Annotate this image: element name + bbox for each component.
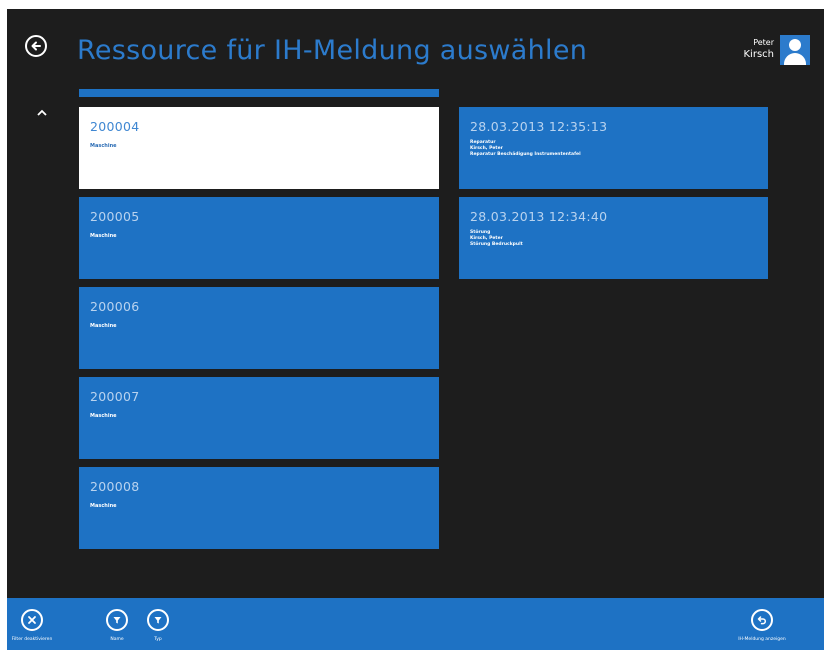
resource-number: 200005 xyxy=(90,209,140,224)
name-filter-circle xyxy=(106,609,128,631)
event-tile[interactable]: 28.03.2013 12:35:13 Reparatur Kirsch, Pe… xyxy=(459,107,768,189)
user-names: Peter Kirsch xyxy=(744,37,775,61)
filter-icon xyxy=(113,617,121,624)
show-report-label: IH-Meldung anzeigen xyxy=(738,637,786,642)
resource-number: 200007 xyxy=(90,389,140,404)
resource-tile-200004[interactable]: 200004 Maschine xyxy=(79,107,439,189)
page-title: Ressource für IH-Meldung auswählen xyxy=(77,35,588,66)
avatar-head-icon xyxy=(789,39,801,51)
event-tile[interactable]: 28.03.2013 12:34:40 Störung Kirsch, Pete… xyxy=(459,197,768,279)
user-info[interactable]: Peter Kirsch xyxy=(744,35,810,65)
resource-tile-200008[interactable]: 200008 Maschine xyxy=(79,467,439,549)
name-filter-label: Name xyxy=(110,637,124,642)
chevron-up-icon xyxy=(37,109,47,116)
app-bar: Filter deaktivieren Name Typ IH-Meldung … xyxy=(7,598,824,650)
type-filter-label: Typ xyxy=(154,637,162,642)
event-description: Störung Bedruckpult xyxy=(470,242,523,247)
resource-type: Maschine xyxy=(90,233,117,239)
type-filter-button[interactable]: Typ xyxy=(138,598,178,650)
resource-type: Maschine xyxy=(90,143,117,149)
filter-icon xyxy=(154,617,162,624)
resource-number: 200006 xyxy=(90,299,140,314)
event-timestamp: 28.03.2013 12:34:40 xyxy=(470,209,608,224)
show-report-button[interactable]: IH-Meldung anzeigen xyxy=(720,598,804,650)
type-filter-circle xyxy=(147,609,169,631)
close-icon xyxy=(28,616,36,624)
undo-arrow-icon xyxy=(757,616,767,625)
avatar xyxy=(780,35,810,65)
resource-type: Maschine xyxy=(90,323,117,329)
event-description: Reparatur Beschädigung Instrumententafel xyxy=(470,152,581,157)
list-item-partial xyxy=(79,89,439,97)
user-first-name: Peter xyxy=(753,38,774,47)
clear-filter-label: Filter deaktivieren xyxy=(11,637,53,642)
clear-filter-button[interactable]: Filter deaktivieren xyxy=(7,598,57,650)
resource-tile-200007[interactable]: 200007 Maschine xyxy=(79,377,439,459)
back-arrow-icon xyxy=(31,41,41,51)
resource-type: Maschine xyxy=(90,413,117,419)
user-last-name: Kirsch xyxy=(743,49,775,60)
resource-type: Maschine xyxy=(90,503,117,509)
show-report-circle xyxy=(751,609,773,631)
back-button[interactable] xyxy=(25,35,47,57)
resource-number: 200008 xyxy=(90,479,140,494)
name-filter-button[interactable]: Name xyxy=(97,598,137,650)
avatar-body-icon xyxy=(784,53,806,65)
app-window: Ressource für IH-Meldung auswählen Peter… xyxy=(7,9,824,650)
resource-number: 200004 xyxy=(90,119,140,134)
scroll-up-button[interactable] xyxy=(35,106,49,118)
resource-tile-200005[interactable]: 200005 Maschine xyxy=(79,197,439,279)
event-timestamp: 28.03.2013 12:35:13 xyxy=(470,119,608,134)
resource-tile-200006[interactable]: 200006 Maschine xyxy=(79,287,439,369)
clear-filter-circle xyxy=(21,609,43,631)
